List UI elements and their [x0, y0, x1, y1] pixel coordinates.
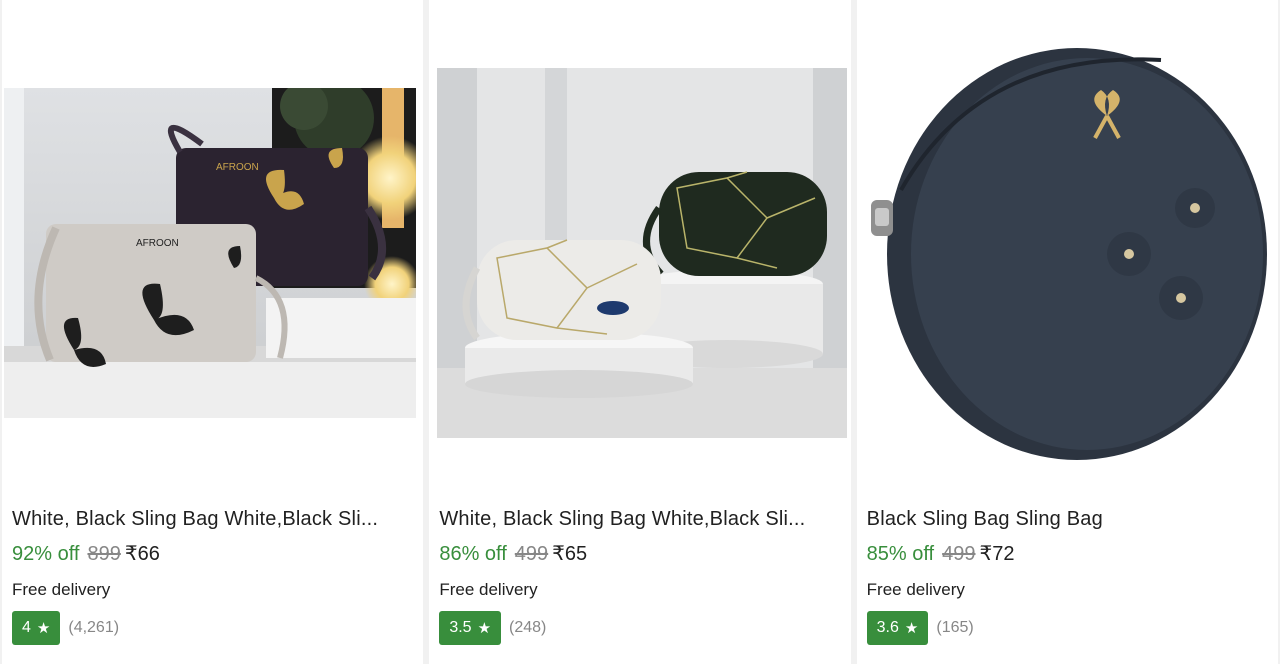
rating-badge: 3.5 ★ — [439, 611, 502, 645]
original-price: 899 — [87, 543, 121, 565]
product-image[interactable] — [437, 68, 848, 438]
rating-value: 3.6 — [876, 619, 899, 636]
selling-price: ₹65 — [552, 543, 588, 565]
rating-count: (4,261) — [68, 619, 120, 636]
rating-row: 3.6 ★ (165) — [866, 611, 974, 645]
discount-label: 86% off — [439, 543, 507, 565]
product-image[interactable]: AFROON AFROON — [4, 88, 416, 418]
product-card[interactable]: AFROON AFROON White, Black Sling Bag Whi… — [2, 0, 424, 664]
product-title[interactable]: White, Black Sling Bag White,Black Sli..… — [12, 508, 413, 531]
selling-price: ₹66 — [124, 543, 160, 565]
original-price: 499 — [514, 543, 549, 565]
product-image-area[interactable] — [429, 0, 850, 500]
delivery-label: Free delivery — [12, 580, 111, 599]
product-image-area[interactable]: AFROON AFROON — [2, 0, 423, 500]
price-row: 86% off 499 ₹65 — [439, 541, 587, 566]
price-row: 92% off 899 ₹66 — [12, 541, 160, 566]
delivery-label: Free delivery — [866, 580, 965, 599]
rating-value: 3.5 — [449, 619, 472, 636]
selling-price: ₹72 — [979, 543, 1015, 565]
original-price: 499 — [942, 543, 976, 565]
star-icon: ★ — [36, 619, 51, 637]
product-card[interactable]: White, Black Sling Bag White,Black Sli..… — [429, 0, 851, 664]
star-icon: ★ — [904, 619, 919, 637]
product-card[interactable]: Black Sling Bag Sling Bag 85% off 499 ₹72 … — [856, 0, 1278, 664]
rating-row: 3.5 ★ (248) — [439, 611, 546, 645]
star-icon: ★ — [477, 619, 492, 637]
product-title[interactable]: Black Sling Bag Sling Bag — [867, 508, 1268, 531]
rating-row: 4 ★ (4,261) — [12, 611, 119, 645]
svg-text:AFROON: AFROON — [216, 162, 259, 173]
product-grid: AFROON AFROON White, Black Sling Bag Whi… — [0, 0, 1280, 664]
rating-count: (248) — [509, 619, 547, 636]
discount-label: 92% off — [12, 543, 80, 565]
discount-label: 85% off — [866, 543, 935, 565]
product-image-area[interactable] — [857, 0, 1278, 500]
rating-value: 4 — [22, 619, 31, 636]
svg-text:AFROON: AFROON — [136, 238, 179, 249]
rating-badge: 4 ★ — [12, 611, 61, 645]
product-title[interactable]: White, Black Sling Bag White,Black Sli..… — [439, 508, 840, 531]
price-row: 85% off 499 ₹72 — [867, 541, 1015, 566]
rating-badge: 3.6 ★ — [866, 611, 929, 645]
delivery-label: Free delivery — [439, 580, 538, 599]
product-image[interactable] — [860, 40, 1271, 470]
rating-count: (165) — [936, 619, 974, 636]
